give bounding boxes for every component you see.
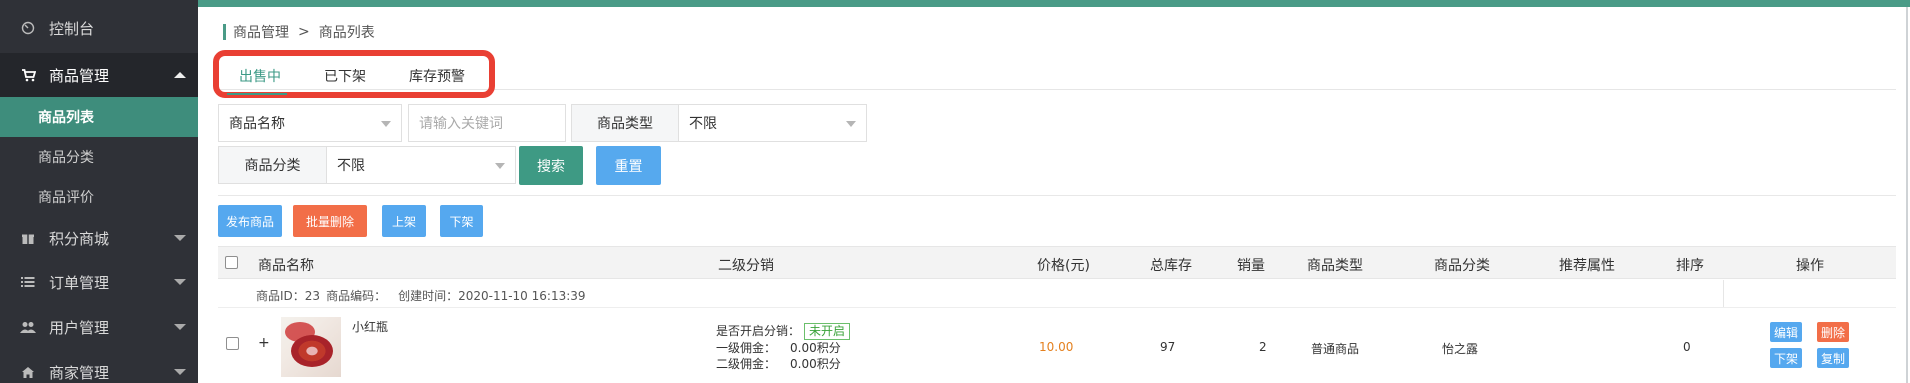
product-sales: 2: [1259, 340, 1267, 354]
product-price: 10.00: [1039, 340, 1074, 354]
row-divider: [218, 307, 1896, 308]
product-id: 商品ID：23: [256, 289, 321, 303]
delete-button[interactable]: 删除: [1817, 322, 1849, 342]
sidebar-item-label: 商品管理: [49, 66, 110, 85]
on-shelf-button[interactable]: 上架: [382, 205, 426, 237]
column-header-type: 商品类型: [1307, 258, 1363, 274]
meta-divider: [1723, 280, 1724, 308]
product-stock: 97: [1160, 340, 1176, 354]
level1-commission: 一级佣金： 0.00积分: [716, 341, 841, 355]
tab-on-sale[interactable]: 出售中: [239, 66, 281, 86]
type-select[interactable]: 不限: [678, 104, 867, 142]
tab-bar-highlight: 出售中 已下架 库存预警: [213, 50, 495, 98]
sidebar-item-label: 积分商城: [49, 229, 110, 248]
field-select-value: 商品名称: [229, 116, 285, 132]
column-header-name: 商品名称: [258, 258, 314, 274]
reset-button[interactable]: 重置: [596, 146, 661, 185]
row-off-shelf-button[interactable]: 下架: [1770, 348, 1802, 368]
chevron-down-icon: [174, 324, 186, 330]
row-meta: 商品ID：23 商品编码： 创建时间：2020-11-10 16:13:39: [256, 287, 592, 304]
dashboard-icon: [20, 20, 36, 36]
product-thumbnail: [281, 317, 341, 377]
sidebar: 控制台 商品管理 商品列表 商品分类 商品评价 积分商城 订单管理 用户管理 商…: [0, 0, 198, 383]
select-all-checkbox[interactable]: [225, 256, 238, 269]
chevron-down-icon: [174, 279, 186, 285]
expand-row-icon[interactable]: +: [258, 335, 270, 351]
edit-button[interactable]: 编辑: [1770, 322, 1802, 342]
sidebar-item-label: 订单管理: [49, 273, 110, 292]
off-shelf-button[interactable]: 下架: [440, 205, 483, 237]
chevron-down-icon: [174, 235, 186, 241]
breadcrumb: 商品管理 > 商品列表: [223, 22, 375, 42]
sidebar-item-label: 用户管理: [49, 318, 110, 337]
category-select-value: 不限: [337, 158, 365, 174]
sidebar-item-label: 商家管理: [49, 363, 110, 382]
field-select[interactable]: 商品名称: [218, 104, 402, 142]
tab-off-shelf[interactable]: 已下架: [324, 66, 366, 86]
sidebar-subitem-product-review[interactable]: 商品评价: [0, 177, 198, 217]
column-header-sort: 排序: [1676, 258, 1704, 274]
sidebar-item-products[interactable]: 商品管理: [0, 53, 198, 97]
sidebar-item-points-mall[interactable]: 积分商城: [0, 216, 198, 260]
keyword-input[interactable]: 请输入关键词: [408, 104, 566, 142]
product-category: 怡之露: [1442, 342, 1479, 356]
column-header-stock: 总库存: [1150, 258, 1192, 274]
chevron-up-icon: [174, 72, 186, 78]
scrollbar-track[interactable]: [1906, 7, 1908, 383]
copy-button[interactable]: 复制: [1817, 348, 1849, 368]
gift-icon: [20, 230, 36, 246]
breadcrumb-parent[interactable]: 商品管理: [233, 22, 289, 42]
product-code: 商品编码：: [326, 289, 387, 303]
column-header-distribution: 二级分销: [718, 258, 774, 274]
row-checkbox[interactable]: [226, 337, 239, 350]
column-header-sales: 销量: [1237, 258, 1265, 274]
breadcrumb-separator: >: [298, 24, 310, 40]
tab-stock-alert[interactable]: 库存预警: [409, 66, 465, 86]
sidebar-item-dashboard[interactable]: 控制台: [0, 6, 198, 50]
list-icon: [20, 274, 36, 290]
product-type: 普通商品: [1311, 342, 1360, 356]
column-header-actions: 操作: [1796, 258, 1824, 274]
keyword-input-placeholder: 请输入关键词: [419, 116, 503, 132]
cart-icon: [20, 67, 36, 83]
chevron-down-icon: [846, 121, 856, 127]
publish-product-button[interactable]: 发布商品: [218, 205, 282, 237]
search-button[interactable]: 搜索: [519, 146, 583, 185]
created-time: 创建时间：2020-11-10 16:13:39: [398, 289, 586, 303]
chevron-down-icon: [381, 121, 391, 127]
chevron-down-icon: [174, 369, 186, 375]
app: 控制台 商品管理 商品列表 商品分类 商品评价 积分商城 订单管理 用户管理 商…: [0, 0, 1910, 383]
distribution-status-badge: 未开启: [804, 323, 851, 340]
bulk-delete-button[interactable]: 批量删除: [293, 205, 367, 237]
column-header-price: 价格(元): [1037, 258, 1090, 274]
sidebar-item-orders[interactable]: 订单管理: [0, 260, 198, 304]
column-header-recommend: 推荐属性: [1559, 258, 1615, 274]
filters-divider: [218, 195, 1896, 196]
sidebar-item-users[interactable]: 用户管理: [0, 305, 198, 349]
active-tab-indicator: [227, 93, 287, 95]
sidebar-subitem-product-category[interactable]: 商品分类: [0, 137, 198, 177]
users-icon: [20, 319, 36, 335]
product-name[interactable]: 小红瓶: [352, 318, 388, 335]
table-header: 商品名称 二级分销 价格(元) 总库存 销量 商品类型 商品分类 推荐属性 排序…: [218, 246, 1896, 279]
column-header-category: 商品分类: [1434, 258, 1490, 274]
chevron-down-icon: [495, 163, 505, 169]
level2-commission: 二级佣金： 0.00积分: [716, 357, 841, 371]
category-label: 商品分类: [218, 146, 327, 184]
top-accent-bar: [198, 0, 1910, 7]
store-icon: [20, 364, 36, 380]
sidebar-subitem-product-list[interactable]: 商品列表: [0, 97, 198, 137]
breadcrumb-current: 商品列表: [318, 25, 375, 41]
product-sort: 0: [1683, 340, 1691, 354]
type-select-value: 不限: [689, 116, 717, 132]
type-label: 商品类型: [571, 104, 679, 142]
category-select[interactable]: 不限: [326, 146, 516, 184]
sidebar-item-label: 控制台: [49, 19, 95, 38]
distribution-enabled: 是否开启分销： 未开启: [716, 322, 851, 340]
sidebar-item-merchants[interactable]: 商家管理: [0, 350, 198, 383]
breadcrumb-marker: [223, 24, 226, 40]
